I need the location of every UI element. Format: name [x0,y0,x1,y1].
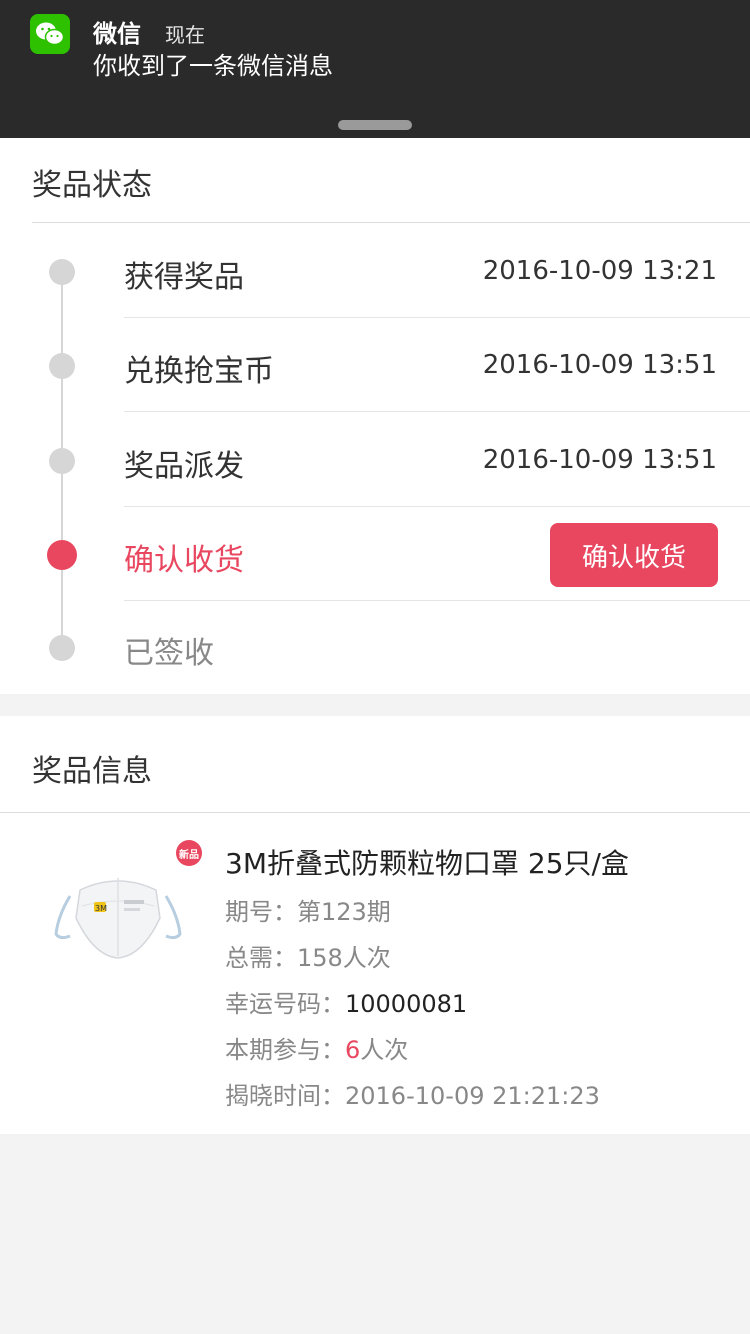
joined-row: 本期参与：6人次 [225,1030,408,1065]
period-value: 第123期 [297,898,391,926]
step-label: 奖品派发 [124,449,244,484]
timeline-dot [49,353,75,379]
step-time: 2016-10-09 13:51 [482,350,717,380]
timeline-step-signed: 已签收 [0,600,750,694]
wechat-icon [30,14,70,54]
joined-unit: 人次 [360,1036,409,1064]
timeline-dot [49,448,75,474]
new-product-badge: 新品 [176,840,202,866]
step-label: 获得奖品 [124,260,244,295]
prize-info-card: 奖品信息 3M 新品 3M折叠式防颗粒物口罩 25只/盒 期号：第123期 总需… [0,716,750,1134]
joined-count: 6 [345,1036,361,1064]
timeline-dot-active [47,540,77,570]
reveal-time-value: 2016-10-09 21:21:23 [345,1082,600,1110]
step-time: 2016-10-09 13:21 [482,256,717,286]
timeline-dot [49,635,75,661]
confirm-receipt-button[interactable]: 确认收货 [550,523,718,587]
notification-app-name: 微信 [93,20,141,48]
prize-status-card: 奖品状态 获得奖品 2016-10-09 13:21 兑换抢宝币 2016-10… [0,138,750,694]
notification-time: 现在 [165,23,205,47]
divider [124,411,750,412]
period-row: 期号：第123期 [225,892,391,927]
divider [0,812,750,813]
lucky-number-row: 幸运号码：10000081 [225,984,467,1019]
step-label: 确认收货 [124,543,244,578]
notification-message: 你收到了一条微信消息 [93,52,333,80]
timeline-step-exchange: 兑换抢宝币 2016-10-09 13:51 [0,318,750,412]
divider [32,222,750,223]
prize-status-title: 奖品状态 [32,168,152,203]
product-name[interactable]: 3M折叠式防颗粒物口罩 25只/盒 [225,842,629,882]
reveal-time-row: 揭晓时间：2016-10-09 21:21:23 [225,1076,600,1111]
timeline-step-dispatch: 奖品派发 2016-10-09 13:51 [0,413,750,507]
reveal-time-label: 揭晓时间： [225,1082,345,1110]
total-value: 158人次 [297,944,391,972]
step-label: 兑换抢宝币 [124,354,274,389]
notification-banner[interactable]: 微信 现在 你收到了一条微信消息 [0,0,750,138]
svg-text:3M: 3M [95,904,107,913]
joined-label: 本期参与： [225,1036,345,1064]
step-time: 2016-10-09 13:51 [482,445,717,475]
total-row: 总需：158人次 [225,938,391,973]
notification-drag-handle[interactable] [338,120,412,130]
timeline-dot [49,259,75,285]
step-label: 已签收 [124,636,214,671]
lucky-number-value: 10000081 [345,990,468,1018]
period-label: 期号： [225,898,297,926]
prize-info-title: 奖品信息 [32,754,152,789]
product-image[interactable]: 3M [50,856,186,966]
total-label: 总需： [225,944,297,972]
timeline-step-confirm: 确认收货 确认收货 [0,507,750,601]
timeline-step-obtained: 获得奖品 2016-10-09 13:21 [0,224,750,318]
lucky-number-label: 幸运号码： [225,990,345,1018]
